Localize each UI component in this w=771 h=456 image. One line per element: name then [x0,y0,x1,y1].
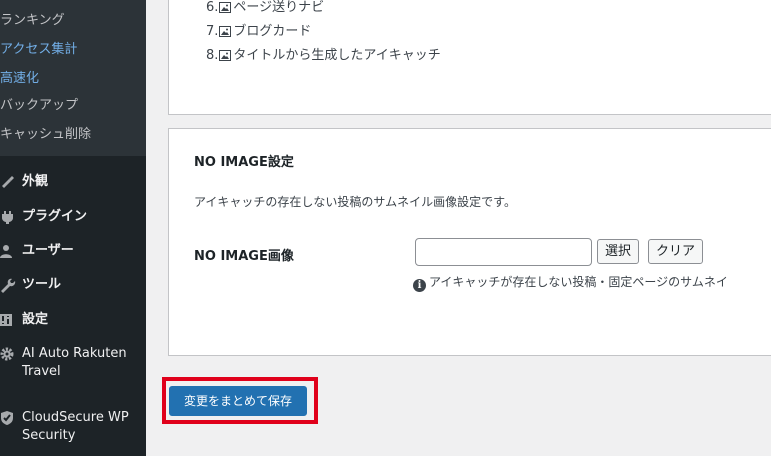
submenu-item-speed[interactable]: 高速化 [0,70,39,88]
select-image-button[interactable]: 選択 [597,239,640,264]
info-icon: i [413,279,426,292]
image-icon [219,50,232,61]
plugin-icon [2,211,13,224]
submenu-item-backup[interactable]: バックアップ [0,97,78,115]
info-note: i アイキャッチが存在しない投稿・固定ページのサムネイ [413,273,728,292]
menu-label-plugins: プラグイン [22,209,88,224]
menu-label-settings: 設定 [22,312,49,327]
list-item: 7. ブログカード [206,24,311,40]
menu-label-cloudsecure: CloudSecure WP Security [22,410,129,443]
list-number: 8. [206,48,219,63]
shield-icon [1,411,13,425]
image-icon [219,26,232,37]
section-title: NO IMAGE設定 [194,155,294,170]
save-all-button[interactable]: 変更をまとめて保存 [169,386,307,416]
submenu: ランキング アクセス集計 高速化 バックアップ キャッシュ削除 [0,0,146,156]
noimage-url-input[interactable] [415,238,592,266]
section-description: アイキャッチの存在しない投稿のサムネイル画像設定です。 [194,195,516,209]
admin-sidebar: ランキング アクセス集計 高速化 バックアップ キャッシュ削除 外観 プラグイン… [0,0,146,456]
list-item: 8. タイトルから生成したアイキャッチ [206,48,441,64]
submenu-item-access[interactable]: アクセス集計 [0,41,77,59]
clear-image-button[interactable]: クリア [648,239,704,264]
brush-icon [2,176,14,188]
menu-label-ai-auto-rakuten: AI Auto Rakuten Travel [22,346,127,379]
image-icon [219,2,232,13]
list-label: タイトルから生成したアイキャッチ [233,48,441,63]
list-item: 6. ページ送りナビ [206,0,324,16]
field-label-noimage: NO IMAGE画像 [194,249,294,264]
submenu-item-cache[interactable]: キャッシュ削除 [0,126,91,144]
list-label: ブログカード [233,24,312,39]
menu-label-tools: ツール [22,277,62,292]
list-label: ページ送りナビ [233,0,325,15]
menu-label-appearance: 外観 [22,174,49,189]
list-number: 7. [206,24,219,39]
info-text: アイキャッチが存在しない投稿・固定ページのサムネイ [429,275,728,289]
wrench-icon [1,278,16,293]
menu-label-users: ユーザー [22,243,74,258]
list-number: 6. [206,0,219,15]
settings-icon [0,314,12,326]
user-icon [0,245,12,258]
submenu-item-ranking[interactable]: ランキング [0,12,65,30]
gear-icon [0,347,14,361]
